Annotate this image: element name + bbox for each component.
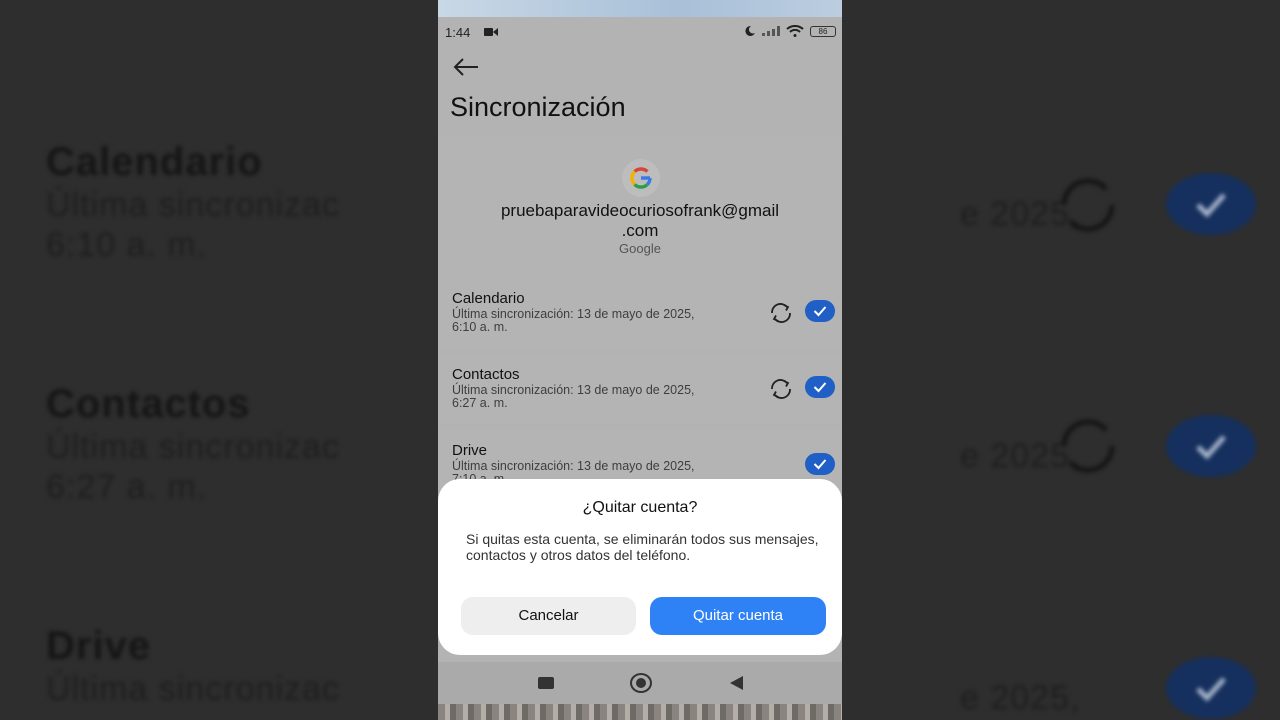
photo-strip-top bbox=[438, 0, 842, 17]
sync-item-last-sync-line2: 6:27 a. m. bbox=[452, 396, 508, 410]
sync-item-last-sync: Última sincronización: 13 de mayo de 202… bbox=[452, 308, 762, 334]
video-frame: Calendario Última sincronizac 6:10 a. m.… bbox=[0, 0, 1280, 720]
moon-icon bbox=[745, 25, 755, 36]
bg-check-icon bbox=[1166, 173, 1256, 235]
phone-screen: 1:44 86 Sincronización pruebaparavideocu… bbox=[438, 0, 842, 720]
cancel-button[interactable]: Cancelar bbox=[461, 597, 636, 635]
nav-back-icon[interactable] bbox=[730, 676, 743, 690]
home-icon[interactable] bbox=[630, 673, 652, 693]
recents-icon[interactable] bbox=[538, 677, 554, 689]
sync-item-calendario[interactable]: Calendario Última sincronización: 13 de … bbox=[438, 278, 842, 348]
photo-strip-bottom bbox=[438, 704, 842, 720]
status-time: 1:44 bbox=[445, 25, 471, 40]
status-icons: 86 bbox=[742, 25, 836, 37]
bg-sync-icon bbox=[1061, 178, 1115, 232]
sync-item-name: Contactos bbox=[452, 366, 520, 383]
sync-item-contactos[interactable]: Contactos Última sincronización: 13 de m… bbox=[438, 354, 842, 424]
wifi-icon bbox=[786, 25, 804, 37]
account-email: pruebaparavideocuriosofrank@gmail .com bbox=[438, 201, 842, 241]
google-logo-icon bbox=[622, 159, 660, 197]
status-bar: 1:44 86 bbox=[438, 17, 842, 47]
check-icon[interactable] bbox=[805, 453, 835, 475]
check-icon[interactable] bbox=[805, 376, 835, 398]
navigation-bar bbox=[438, 662, 842, 704]
sync-item-last-sync: Última sincronización: 13 de mayo de 202… bbox=[452, 384, 762, 410]
remove-account-button[interactable]: Quitar cuenta bbox=[650, 597, 826, 635]
check-icon[interactable] bbox=[805, 300, 835, 322]
sync-item-name: Drive bbox=[452, 442, 488, 459]
dialog-message: Si quitas esta cuenta, se eliminarán tod… bbox=[466, 531, 819, 563]
sync-icon[interactable] bbox=[768, 378, 794, 400]
bg-check-icon bbox=[1166, 657, 1256, 719]
account-type: Google bbox=[619, 241, 661, 256]
sync-item-last-sync-line2: 6:10 a. m. bbox=[452, 320, 508, 334]
video-camera-icon bbox=[484, 28, 498, 36]
sync-item-name: Calendario bbox=[452, 290, 525, 307]
sync-icon[interactable] bbox=[768, 302, 794, 324]
dialog-title: ¿Quitar cuenta? bbox=[582, 499, 698, 516]
account-card: pruebaparavideocuriosofrank@gmail .com G… bbox=[438, 137, 842, 277]
account-email-line1: pruebaparavideocuriosofrank@gmail bbox=[500, 201, 780, 220]
bg-check-icon bbox=[1166, 415, 1256, 477]
bg-sync-icon bbox=[1061, 419, 1115, 473]
sync-settings-screen: 1:44 86 Sincronización pruebaparavideocu… bbox=[438, 17, 842, 704]
page-title: Sincronización bbox=[450, 92, 626, 122]
battery-icon: 86 bbox=[810, 25, 836, 37]
account-email-line2: .com bbox=[621, 221, 659, 240]
remove-account-dialog: ¿Quitar cuenta? Si quitas esta cuenta, s… bbox=[438, 479, 842, 655]
back-arrow-icon[interactable] bbox=[452, 57, 480, 77]
bg-item-last-sync-year: e 2025, bbox=[960, 679, 1081, 717]
signal-icon bbox=[762, 26, 780, 36]
